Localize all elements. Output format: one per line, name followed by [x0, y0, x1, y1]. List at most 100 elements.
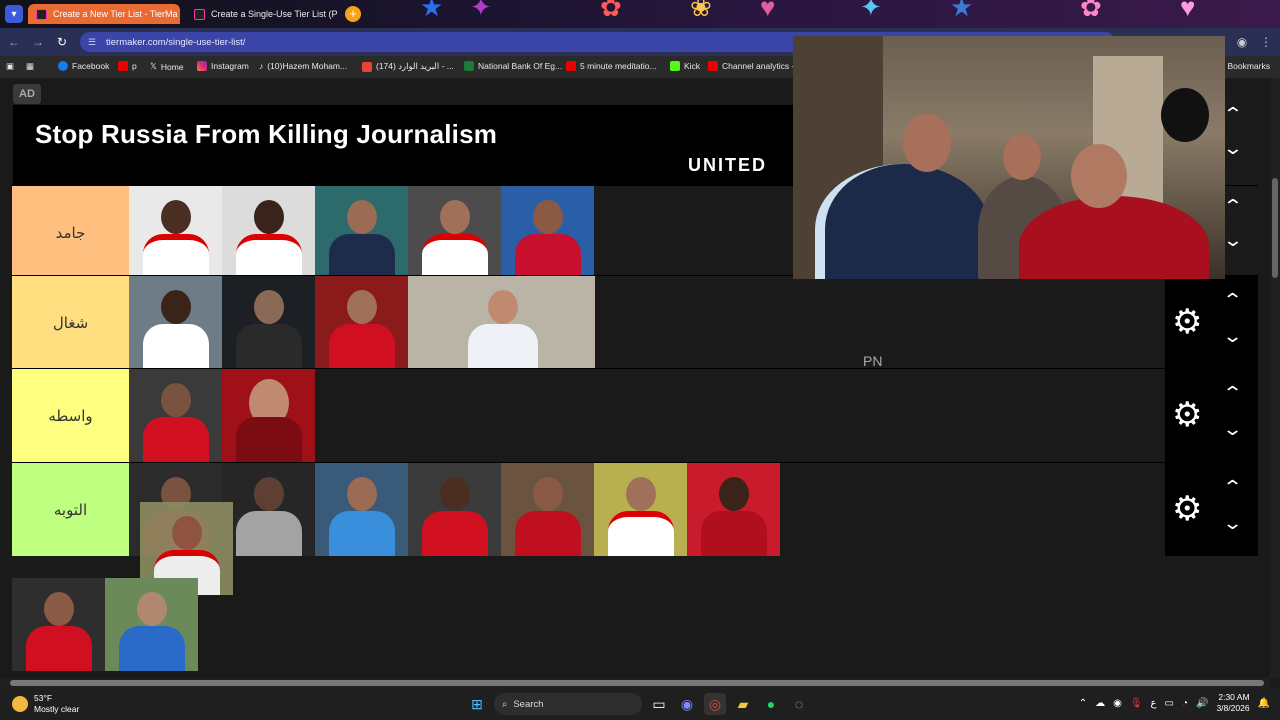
- task-view-icon[interactable]: ▭: [648, 693, 670, 715]
- player-card[interactable]: [594, 463, 687, 556]
- new-tab-button[interactable]: +: [345, 6, 361, 22]
- reload-icon[interactable]: ↻: [54, 34, 70, 50]
- tier-label[interactable]: واسطه: [12, 369, 129, 462]
- bookmark-home[interactable]: 𝕏 Home: [150, 61, 184, 72]
- tab-search-menu-button[interactable]: ▾: [5, 5, 23, 23]
- tab-groups-icon[interactable]: ▣: [6, 61, 14, 72]
- webcam-overlay: [793, 36, 1225, 279]
- tiermaker-favicon-icon: [36, 8, 47, 20]
- apps-grid-icon[interactable]: ▦: [26, 61, 34, 72]
- player-card[interactable]: [129, 276, 222, 369]
- player-card[interactable]: [408, 276, 595, 369]
- temperature: 53°F: [34, 693, 53, 703]
- bookmark-instagram[interactable]: Instagram: [197, 61, 249, 71]
- tier-row: شغال ⚙ ⌃ ⌄: [12, 275, 1258, 369]
- move-tier-up-chevron-icon[interactable]: ⌃: [1222, 196, 1247, 217]
- back-arrow-icon[interactable]: ←: [6, 34, 22, 50]
- site-info-icon[interactable]: ☰: [88, 37, 98, 47]
- player-card[interactable]: [222, 369, 315, 462]
- tab-single-use-tier-list[interactable]: Create a Single-Use Tier List (P ✕: [186, 4, 338, 24]
- move-tier-up-chevron-icon[interactable]: ⌃: [1222, 477, 1243, 498]
- steam-icon[interactable]: ◌: [788, 693, 810, 715]
- windows-start-icon[interactable]: ⊞: [466, 693, 488, 715]
- decor-star-icon: ★: [950, 0, 974, 22]
- player-card[interactable]: [501, 186, 594, 279]
- youtube-icon: [566, 61, 576, 71]
- player-card[interactable]: [129, 369, 222, 462]
- language-indicator[interactable]: ع: [1151, 698, 1157, 709]
- bookmark-facebook[interactable]: Facebook: [58, 61, 109, 71]
- bookmark-nbe[interactable]: National Bank Of Eg...: [464, 61, 562, 71]
- tier-label[interactable]: جامد: [12, 186, 129, 279]
- weather-condition: Mostly clear: [34, 704, 80, 714]
- player-card[interactable]: [315, 463, 408, 556]
- tier-settings-gear-icon[interactable]: ⚙: [1172, 489, 1202, 529]
- horizontal-scrollbar[interactable]: [0, 678, 1270, 688]
- player-card[interactable]: [105, 578, 198, 671]
- player-card[interactable]: [129, 186, 222, 279]
- tiermaker-favicon-icon: [194, 8, 205, 20]
- tier-row: واسطه ⚙ ⌃ ⌄: [12, 368, 1258, 462]
- tier-controls: ⚙ ⌃ ⌄: [1165, 276, 1258, 369]
- balloon-decoration: [1161, 88, 1209, 142]
- player-card[interactable]: [222, 186, 315, 279]
- player-card[interactable]: [408, 463, 501, 556]
- bookmark-meditation[interactable]: 5 minute meditatio...: [566, 61, 657, 71]
- move-tier-down-chevron-icon[interactable]: ⌄: [1222, 513, 1243, 534]
- bookmark-kick[interactable]: Kick: [670, 61, 700, 71]
- profile-icon[interactable]: ◉: [1234, 34, 1250, 50]
- bookmark-gmail[interactable]: (174) البريد الوارد - ...: [362, 61, 454, 72]
- search-icon: ⌕: [502, 698, 508, 710]
- spotify-icon[interactable]: ●: [760, 693, 782, 715]
- move-tier-up-chevron-icon[interactable]: ⌃: [1222, 290, 1243, 311]
- tier-controls: ⚙ ⌃ ⌄: [1165, 369, 1258, 462]
- system-tray: ⌃ ☁ ◉ 🎙 ع ▭ ◔ 🔊 2:30 AM 3/8/2026 🔔: [1079, 692, 1270, 714]
- onedrive-icon[interactable]: ☁: [1095, 698, 1105, 709]
- discord-icon[interactable]: ◉: [676, 693, 698, 715]
- player-card[interactable]: [222, 276, 315, 369]
- taskbar-search[interactable]: ⌕ Search: [494, 693, 642, 715]
- move-tier-down-chevron-icon[interactable]: ⌄: [1222, 419, 1243, 440]
- file-explorer-icon[interactable]: ▰: [732, 693, 754, 715]
- vertical-scrollbar[interactable]: [1270, 78, 1280, 678]
- move-tier-down-chevron-icon[interactable]: ⌄: [1222, 326, 1243, 347]
- network-icon[interactable]: ◔: [1182, 698, 1188, 709]
- notification-bell-icon[interactable]: 🔔: [1258, 698, 1270, 709]
- player-card[interactable]: [222, 463, 315, 556]
- player-card[interactable]: [315, 276, 408, 369]
- player-card[interactable]: [12, 578, 105, 671]
- player-card[interactable]: [315, 186, 408, 279]
- display-icon[interactable]: ▭: [1165, 698, 1174, 709]
- close-tab-icon[interactable]: ✕: [178, 9, 180, 20]
- show-hidden-icons-chevron-icon[interactable]: ⌃: [1079, 698, 1087, 709]
- tiktok-icon: ♪: [259, 61, 264, 71]
- menu-kebab-icon[interactable]: ⋮: [1258, 34, 1274, 50]
- move-tier-up-chevron-icon[interactable]: ⌃: [1222, 383, 1243, 404]
- move-tier-down-chevron-icon[interactable]: ⌄: [1222, 230, 1247, 251]
- forward-arrow-icon[interactable]: →: [30, 34, 46, 50]
- tier-label[interactable]: شغال: [12, 276, 129, 369]
- decor-star-icon: ✦: [860, 0, 882, 22]
- move-tier-down-chevron-icon[interactable]: ⌄: [1222, 138, 1247, 159]
- tier-label[interactable]: التوبه: [12, 463, 129, 556]
- volume-icon[interactable]: 🔊: [1196, 698, 1208, 709]
- player-card[interactable]: [408, 186, 501, 279]
- chrome-icon[interactable]: ◎: [704, 693, 726, 715]
- bookmark-p[interactable]: p: [118, 61, 137, 71]
- tab-create-new-tier-list[interactable]: Create a New Tier List - TierMa ✕: [28, 4, 180, 24]
- tier-settings-gear-icon[interactable]: ⚙: [1172, 302, 1202, 342]
- ad-brand: UNITED: [688, 155, 767, 175]
- player-card[interactable]: [501, 463, 594, 556]
- ad-banner[interactable]: Stop Russia From Killing Journalism UNIT…: [13, 105, 795, 185]
- bookmark-channel-analytics[interactable]: Channel analytics -...: [708, 61, 801, 71]
- move-tier-up-chevron-icon[interactable]: ⌃: [1222, 104, 1247, 125]
- player-card[interactable]: [687, 463, 780, 556]
- discord-tray-icon[interactable]: ◉: [1113, 698, 1122, 709]
- x-logo-icon: 𝕏: [150, 61, 157, 71]
- tier-items: [129, 276, 595, 369]
- weather-widget[interactable]: 53°F Mostly clear: [12, 693, 79, 715]
- clock[interactable]: 2:30 AM 3/8/2026: [1216, 692, 1249, 714]
- tier-settings-gear-icon[interactable]: ⚙: [1172, 395, 1202, 435]
- microphone-icon[interactable]: 🎙: [1130, 698, 1143, 709]
- bookmark-tiktok[interactable]: ♪ (10)Hazem Moham...: [259, 61, 347, 71]
